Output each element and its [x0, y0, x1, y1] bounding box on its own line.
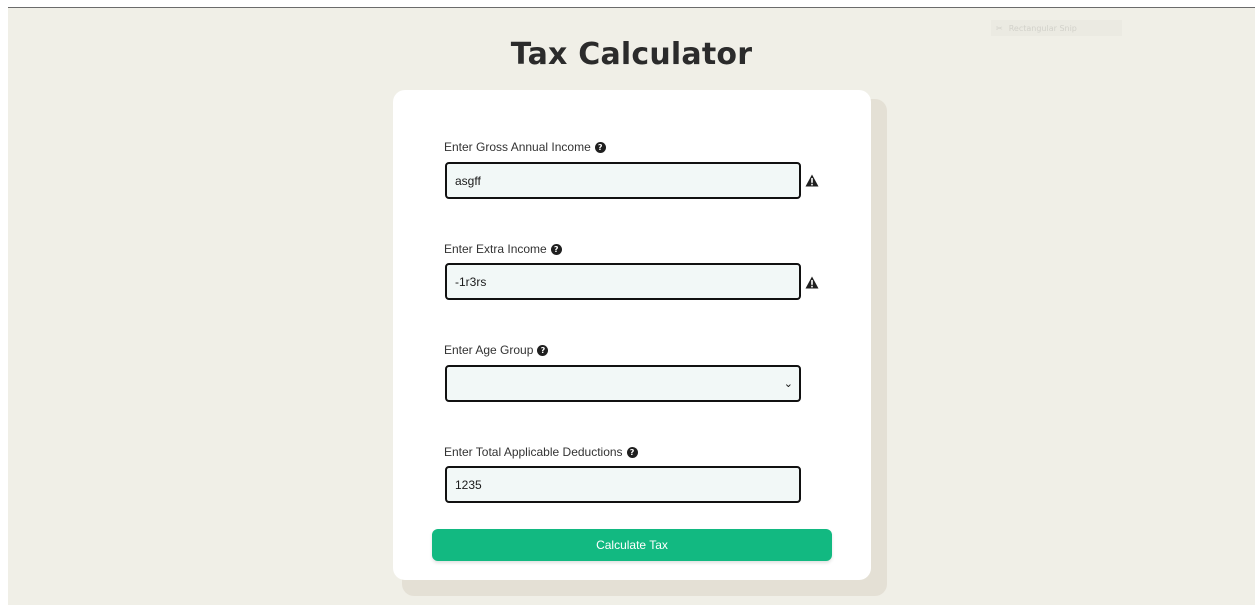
gross-income-input[interactable]: asgff: [445, 162, 801, 199]
age-group-label: Enter Age Group ?: [444, 343, 549, 357]
deductions-label-text: Enter Total Applicable Deductions: [444, 445, 623, 459]
snip-icon: ✂: [996, 23, 1003, 33]
snip-overlay-tag: ✂ Rectangular Snip: [991, 20, 1122, 36]
page-title: Tax Calculator: [510, 37, 753, 72]
age-group-select[interactable]: ⌄: [445, 365, 801, 402]
deductions-value: 1235: [455, 477, 482, 492]
page-background: ✂ Rectangular Snip Tax Calculator Enter …: [8, 7, 1255, 605]
gross-income-value: asgff: [455, 173, 481, 188]
question-circle-icon[interactable]: ?: [626, 446, 638, 458]
tax-form-card: Enter Gross Annual Income ? asgff Enter …: [393, 90, 871, 580]
deductions-input[interactable]: 1235: [445, 466, 801, 503]
extra-income-label-text: Enter Extra Income: [444, 242, 547, 256]
chevron-down-icon: ⌄: [783, 377, 793, 390]
warning-triangle-icon[interactable]: [805, 174, 819, 187]
question-circle-icon[interactable]: ?: [550, 243, 562, 255]
extra-income-value: -1r3rs: [455, 274, 487, 289]
snip-label: Rectangular Snip: [1008, 23, 1077, 33]
gross-income-label-text: Enter Gross Annual Income: [444, 140, 591, 154]
gross-income-label: Enter Gross Annual Income ?: [444, 140, 606, 154]
question-circle-icon[interactable]: ?: [594, 141, 606, 153]
deductions-label: Enter Total Applicable Deductions ?: [444, 445, 638, 459]
question-circle-icon[interactable]: ?: [537, 344, 549, 356]
warning-triangle-icon[interactable]: [805, 276, 819, 289]
age-group-label-text: Enter Age Group: [444, 343, 534, 357]
calculate-tax-button[interactable]: Calculate Tax: [432, 529, 832, 561]
extra-income-label: Enter Extra Income ?: [444, 242, 562, 256]
extra-income-input[interactable]: -1r3rs: [445, 263, 801, 300]
